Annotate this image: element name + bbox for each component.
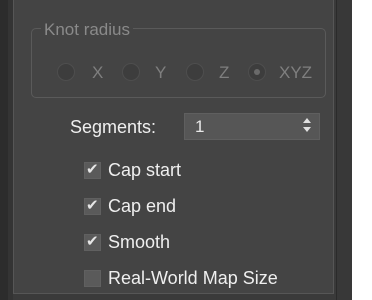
real-world-map-size-checkbox[interactable] [84, 270, 101, 287]
scrollbar-track[interactable] [336, 0, 353, 300]
radio-x-label: X [92, 63, 104, 82]
spinner-arrows-icon[interactable] [303, 117, 313, 135]
radio-xyz-label: XYZ [279, 63, 313, 82]
panel-left-border [0, 0, 8, 300]
cap-end-row[interactable]: ✔ Cap end [84, 196, 324, 218]
knot-radius-group-title: Knot radius [41, 20, 133, 40]
radio-x[interactable] [57, 63, 75, 81]
checkmark-icon: ✔ [86, 233, 99, 250]
segments-label: Segments: [70, 117, 157, 137]
radio-y-label: Y [155, 63, 167, 82]
cap-end-label: Cap end [108, 196, 177, 216]
radio-xyz[interactable] [248, 63, 266, 81]
spinner-up-icon[interactable] [303, 118, 311, 123]
cap-start-label: Cap start [108, 160, 182, 180]
radio-z[interactable] [186, 63, 204, 81]
knot-radius-radio-row: X Y Z XYZ [0, 61, 372, 83]
radio-y[interactable] [122, 63, 140, 81]
cap-start-row[interactable]: ✔ Cap start [84, 160, 324, 182]
window-background [352, 0, 372, 300]
spinner-down-icon[interactable] [303, 127, 311, 132]
cap-start-checkbox[interactable]: ✔ [84, 161, 101, 179]
segments-value[interactable]: 1 [195, 117, 204, 137]
radio-z-label: Z [219, 63, 230, 82]
real-world-map-size-label: Real-World Map Size [108, 268, 278, 288]
real-world-map-size-row[interactable]: Real-World Map Size [84, 268, 324, 290]
smooth-label: Smooth [108, 232, 171, 252]
checkmark-icon: ✔ [86, 197, 99, 214]
smooth-row[interactable]: ✔ Smooth [84, 232, 324, 254]
smooth-checkbox[interactable]: ✔ [84, 233, 101, 251]
cap-end-checkbox[interactable]: ✔ [84, 197, 101, 215]
segments-spinner[interactable]: 1 [184, 113, 320, 140]
checkmark-icon: ✔ [86, 161, 99, 178]
